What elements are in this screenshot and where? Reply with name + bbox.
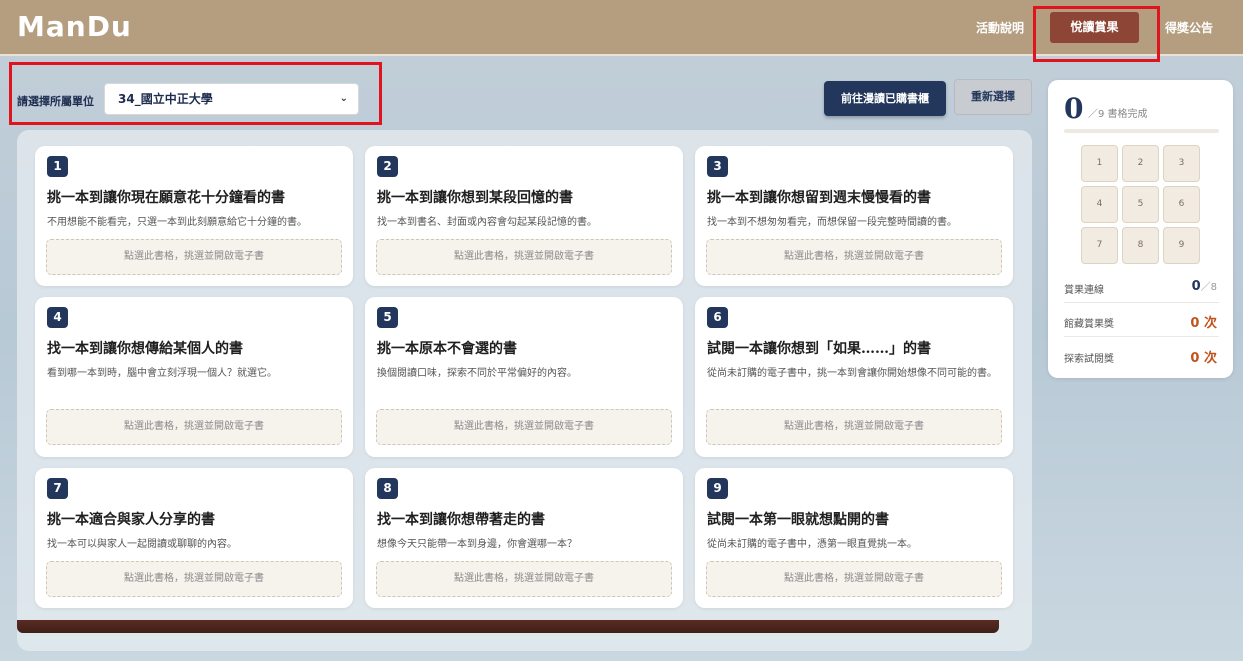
highlight-box-nav <box>1033 6 1160 62</box>
stat-value: 0 次 <box>1190 347 1217 366</box>
bookshelf-strip <box>17 620 999 633</box>
pick-book-slot[interactable]: 點選此書格，挑選並開啟電子書 <box>46 409 342 445</box>
mini-grid-cell: 4 <box>1081 186 1118 223</box>
challenge-card: 3 挑一本到讓你想留到週末慢慢看的書找一本到不想匆匆看完，而想保留一段完整時間讀的… <box>695 146 1013 286</box>
card-description: 不用想能不能看完，只選一本到此刻願意給它十分鐘的書。 <box>47 217 307 228</box>
mini-grid-cell: 9 <box>1163 227 1200 264</box>
stat-divider <box>1064 336 1219 337</box>
nav-activity-info[interactable]: 活動說明 <box>976 19 1024 36</box>
challenge-card: 6 試閱一本讓你想到「如果……」的書從尚未訂購的電子書中，挑一本到會讓你開始想像不… <box>695 297 1013 457</box>
mini-grid-cell: 8 <box>1122 227 1159 264</box>
card-title: 挑一本到讓你現在願意花十分鐘看的書 <box>47 190 285 206</box>
card-number: 2 <box>377 156 398 177</box>
stat-number: 0 次 <box>1190 316 1217 331</box>
card-number: 9 <box>707 478 728 499</box>
mini-grid-cell: 1 <box>1081 145 1118 182</box>
go-to-shelf-button[interactable]: 前往漫讀已購書櫃 <box>824 81 946 116</box>
card-title: 挑一本原本不會選的書 <box>377 341 517 357</box>
mini-grid-cell: 6 <box>1163 186 1200 223</box>
card-number: 4 <box>47 307 68 328</box>
card-description: 從尚未訂購的電子書中，憑第一眼直覺挑一本。 <box>707 539 917 550</box>
card-title: 試閱一本讓你想到「如果……」的書 <box>707 341 931 357</box>
card-number: 5 <box>377 307 398 328</box>
card-number: 6 <box>707 307 728 328</box>
stat-label: 館藏賞果獎 <box>1064 319 1114 330</box>
card-number: 1 <box>47 156 68 177</box>
stat-label: 探索試閱獎 <box>1064 354 1114 365</box>
stat-value: 0／8 <box>1192 278 1217 294</box>
challenge-card: 7 挑一本適合與家人分享的書找一本可以與家人一起閱讀或聊聊的內容。點選此書格，挑選… <box>35 468 353 608</box>
challenge-card: 5 挑一本原本不會選的書換個閱讀口味，探索不同於平常偏好的內容。點選此書格，挑選並… <box>365 297 683 457</box>
mini-grid-cell: 7 <box>1081 227 1118 264</box>
challenge-card: 4 找一本到讓你想傳給某個人的書看到哪一本到時，腦中會立刻浮現一個人？就選它。點選… <box>35 297 353 457</box>
card-description: 找一本到書名、封面或內容會勾起某段記憶的書。 <box>377 217 597 228</box>
pick-book-slot[interactable]: 點選此書格，挑選並開啟電子書 <box>706 561 1002 597</box>
card-description: 從尚未訂購的電子書中，挑一本到會讓你開始想像不同可能的書。 <box>707 368 997 379</box>
pick-book-slot[interactable]: 點選此書格，挑選並開啟電子書 <box>376 409 672 445</box>
stat-value: 0 次 <box>1190 312 1217 331</box>
challenge-card: 8 找一本到讓你想帶著走的書想像今天只能帶一本到身邊，你會選哪一本？ 點選此書格，挑… <box>365 468 683 608</box>
challenge-card: 1 挑一本到讓你現在願意花十分鐘看的書不用想能不能看完，只選一本到此刻願意給它十分… <box>35 146 353 286</box>
pick-book-slot[interactable]: 點選此書格，挑選並開啟電子書 <box>46 239 342 275</box>
highlight-box-unit <box>9 62 382 125</box>
card-description: 換個閱讀口味，探索不同於平常偏好的內容。 <box>377 368 577 379</box>
card-number: 3 <box>707 156 728 177</box>
card-title: 挑一本到讓你想留到週末慢慢看的書 <box>707 190 931 206</box>
stat-label: 賞果連線 <box>1064 285 1104 296</box>
mini-grid-cell: 2 <box>1122 145 1159 182</box>
reset-button[interactable]: 重新選擇 <box>954 79 1032 115</box>
pick-book-slot[interactable]: 點選此書格，挑選並開啟電子書 <box>706 239 1002 275</box>
progress-bar <box>1064 129 1219 133</box>
stat-divider <box>1064 302 1219 303</box>
challenge-card: 9 試閱一本第一眼就想點開的書從尚未訂購的電子書中，憑第一眼直覺挑一本。點選此書格… <box>695 468 1013 608</box>
progress-count: 0 <box>1064 92 1084 125</box>
card-description: 想像今天只能帶一本到身邊，你會選哪一本？ <box>377 539 577 550</box>
stat-suffix: ／8 <box>1200 282 1217 293</box>
card-description: 找一本到不想匆匆看完，而想保留一段完整時間讀的書。 <box>707 217 957 228</box>
mini-grid-cell: 3 <box>1163 145 1200 182</box>
mini-grid-cell: 5 <box>1122 186 1159 223</box>
progress-panel: 0 ／9 書格完成 123456789 賞果連線 0／8 館藏賞果獎 0 次探索試閱獎… <box>1048 80 1233 378</box>
pick-book-slot[interactable]: 點選此書格，挑選並開啟電子書 <box>46 561 342 597</box>
nav-winner-announcement[interactable]: 得獎公告 <box>1165 19 1213 36</box>
card-title: 挑一本到讓你想到某段回憶的書 <box>377 190 573 206</box>
card-title: 找一本到讓你想帶著走的書 <box>377 512 545 528</box>
stat-number: 0 <box>1191 279 1201 294</box>
stat-number: 0 次 <box>1190 351 1217 366</box>
pick-book-slot[interactable]: 點選此書格，挑選並開啟電子書 <box>376 561 672 597</box>
card-number: 7 <box>47 478 68 499</box>
card-number: 8 <box>377 478 398 499</box>
pick-book-slot[interactable]: 點選此書格，挑選並開啟電子書 <box>376 239 672 275</box>
card-description: 看到哪一本到時，腦中會立刻浮現一個人？就選它。 <box>47 368 277 379</box>
card-title: 找一本到讓你想傳給某個人的書 <box>47 341 243 357</box>
site-logo[interactable]: ManDu <box>17 10 132 43</box>
challenge-card: 2 挑一本到讓你想到某段回憶的書找一本到書名、封面或內容會勾起某段記憶的書。點選此… <box>365 146 683 286</box>
pick-book-slot[interactable]: 點選此書格，挑選並開啟電子書 <box>706 409 1002 445</box>
progress-total: ／9 書格完成 <box>1088 109 1148 120</box>
card-title: 挑一本適合與家人分享的書 <box>47 512 215 528</box>
card-description: 找一本可以與家人一起閱讀或聊聊的內容。 <box>47 539 237 550</box>
card-title: 試閱一本第一眼就想點開的書 <box>707 512 889 528</box>
